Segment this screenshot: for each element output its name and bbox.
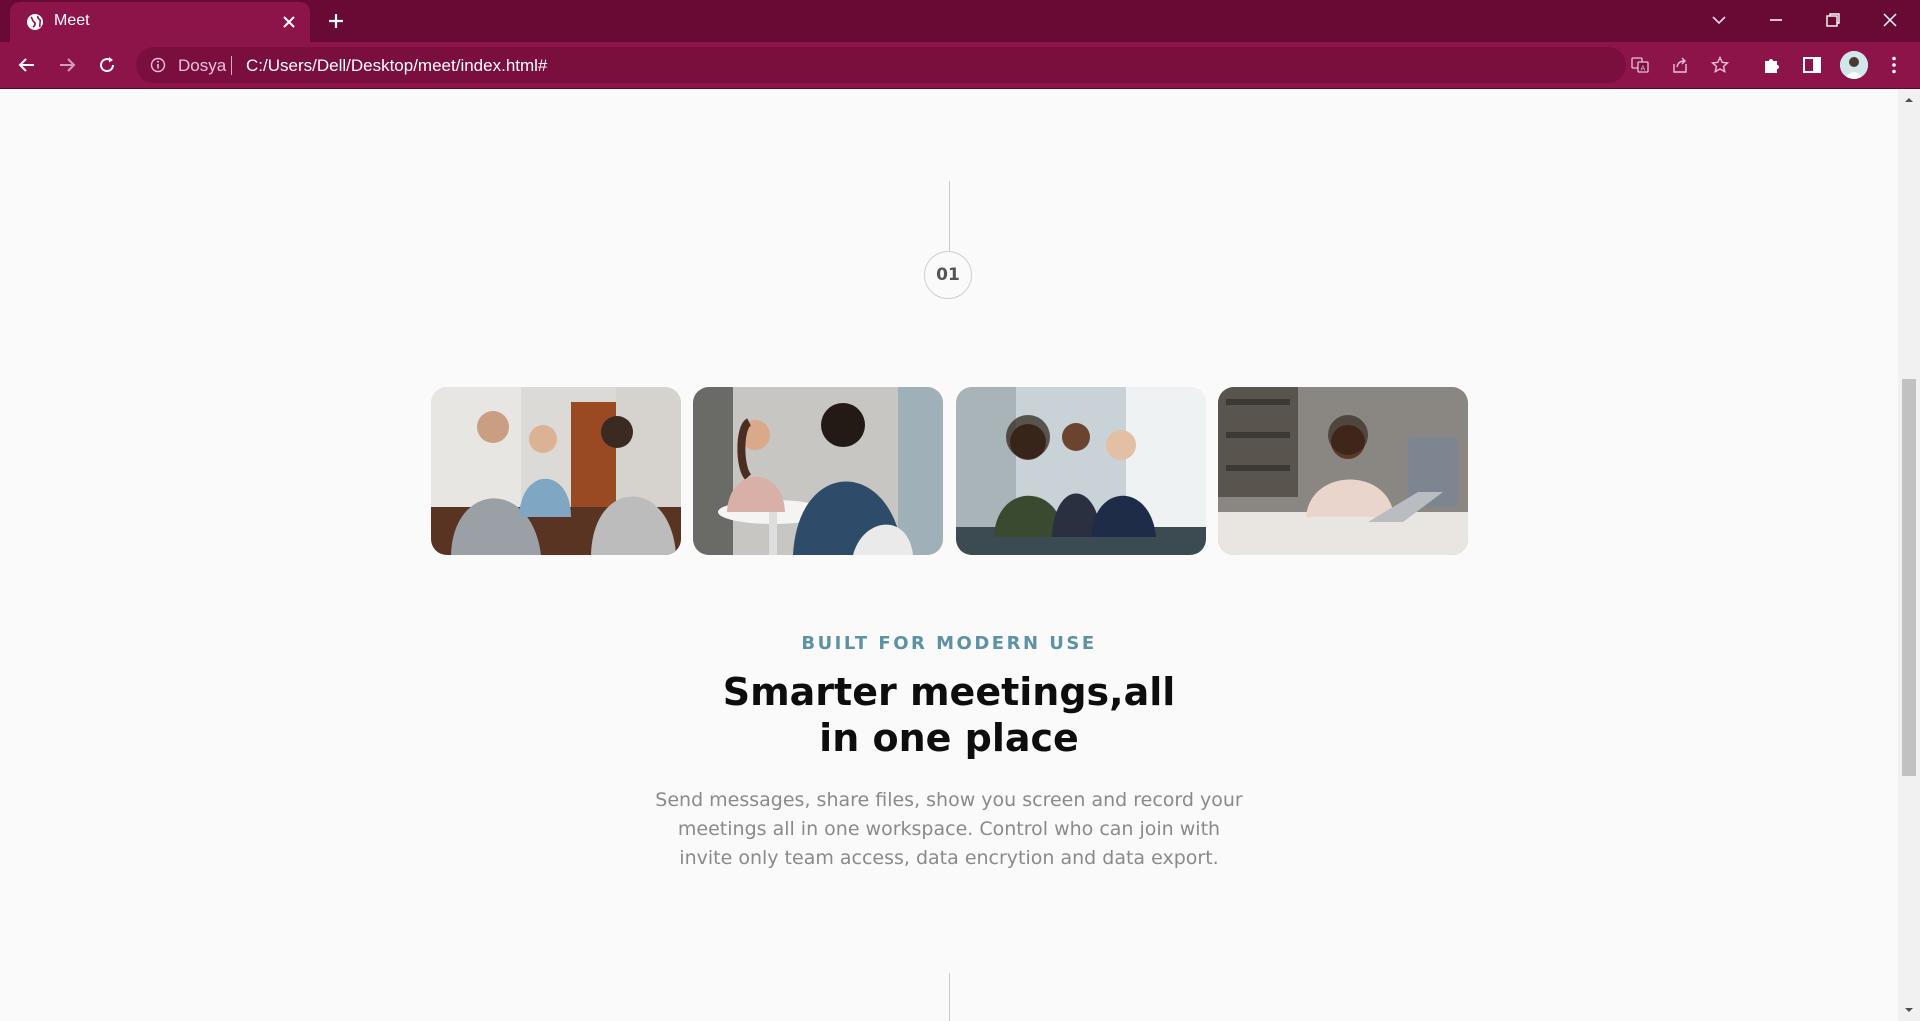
tab-title: Meet (54, 12, 90, 29)
star-icon[interactable] (1710, 55, 1730, 75)
url-text[interactable]: C:/Users/Dell/Desktop/meet/index.html# (246, 56, 547, 76)
photo-remote-worker (1218, 387, 1468, 555)
close-icon[interactable] (280, 13, 298, 31)
page-viewport: 01 BUILT FOR MODERN USE Smarter meetings… (0, 89, 1898, 1021)
browser-tab[interactable]: Meet (10, 2, 310, 42)
side-panel-icon[interactable] (1800, 53, 1824, 77)
puzzle-icon[interactable] (1760, 53, 1784, 77)
step-number-badge: 01 (924, 251, 972, 299)
info-icon[interactable] (150, 57, 166, 73)
vertical-scrollbar[interactable] (1898, 89, 1920, 1021)
photo-gallery (431, 387, 1469, 555)
globe-icon (27, 14, 43, 30)
scroll-down-icon[interactable] (1904, 1005, 1914, 1015)
reload-icon[interactable] (95, 53, 119, 77)
timeline-connector-top (949, 181, 950, 251)
address-bar[interactable]: Dosya C:/Users/Dell/Desktop/meet/index.h… (136, 47, 1730, 83)
photo-one-on-one-meeting (693, 387, 943, 555)
site-name: Dosya (178, 56, 227, 75)
section-eyebrow: BUILT FOR MODERN USE (801, 633, 1097, 654)
timeline-connector-bottom (949, 973, 950, 1021)
close-window-icon[interactable] (1878, 8, 1902, 32)
avatar[interactable] (1840, 51, 1868, 79)
kebab-menu-icon[interactable] (1882, 53, 1906, 77)
arrow-right-icon[interactable] (55, 53, 79, 77)
translate-icon[interactable]: A (1630, 55, 1650, 75)
svg-text:A: A (1641, 65, 1646, 73)
photo-team-portrait (956, 387, 1206, 555)
arrow-left-icon[interactable] (15, 53, 39, 77)
share-icon[interactable] (1670, 55, 1690, 75)
browser-toolbar: Dosya C:/Users/Dell/Desktop/meet/index.h… (0, 42, 1920, 89)
chevron-down-icon[interactable] (1707, 8, 1731, 32)
section-headline: Smarter meetings,all in one place (0, 669, 1898, 761)
scrollbar-thumb[interactable] (1902, 379, 1916, 776)
browser-tab-strip: Meet (0, 0, 1920, 42)
section-description: Send messages, share files, show you scr… (655, 789, 1243, 869)
headline-line-1: Smarter meetings,all (722, 670, 1176, 714)
headline-line-2: in one place (819, 716, 1079, 760)
address-separator (231, 56, 232, 75)
minimize-icon[interactable] (1764, 8, 1788, 32)
photo-team-discussion (431, 387, 681, 555)
plus-icon[interactable] (326, 11, 346, 31)
restore-icon[interactable] (1821, 8, 1845, 32)
scroll-up-icon[interactable] (1904, 95, 1914, 105)
